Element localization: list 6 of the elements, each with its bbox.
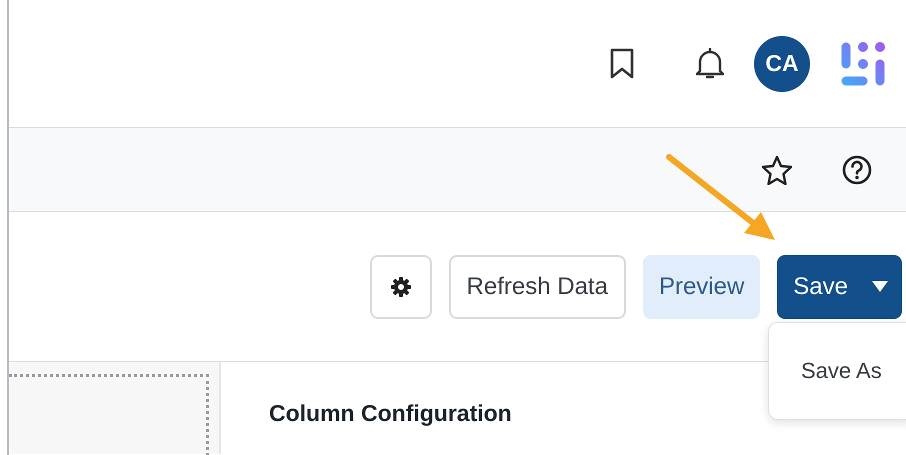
section-title: Column Configuration xyxy=(269,400,513,427)
user-avatar[interactable]: CA xyxy=(754,36,810,92)
refresh-data-button[interactable]: Refresh Data xyxy=(448,254,626,318)
save-button[interactable]: Save xyxy=(777,254,902,318)
preview-button[interactable]: Preview xyxy=(642,254,760,318)
save-as-menu-item[interactable]: Save As xyxy=(801,358,906,384)
